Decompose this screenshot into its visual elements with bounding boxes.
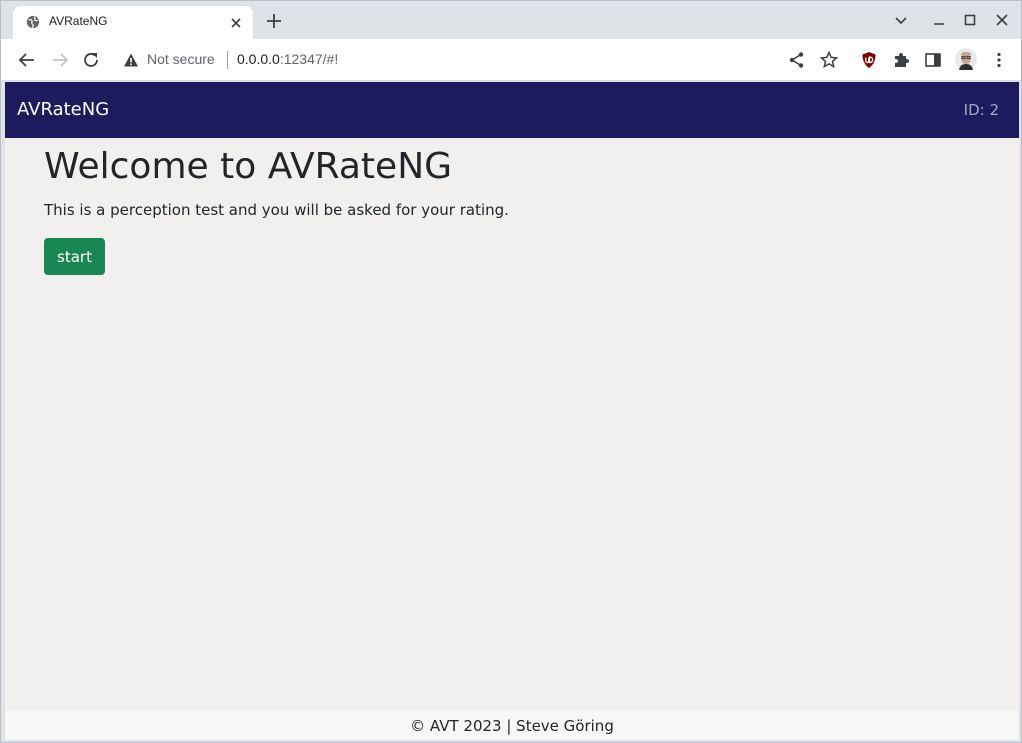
- reload-icon[interactable]: [81, 50, 101, 70]
- minimize-icon[interactable]: [931, 12, 947, 28]
- plus-icon[interactable]: [265, 12, 283, 30]
- puzzle-icon[interactable]: [891, 50, 911, 70]
- url-path: :12347/#!: [279, 51, 339, 67]
- avatar[interactable]: [955, 48, 977, 70]
- side-panel-icon[interactable]: [923, 50, 943, 70]
- maximize-icon[interactable]: [962, 12, 978, 28]
- url-text[interactable]: 0.0.0.0:12347/#!: [237, 51, 338, 67]
- kebab-menu-icon[interactable]: [989, 50, 1009, 70]
- url-host: 0.0.0.0: [237, 51, 280, 67]
- browser-tab[interactable]: AVRateNG: [13, 6, 253, 39]
- app-brand[interactable]: AVRateNG: [17, 99, 109, 120]
- share-icon[interactable]: [787, 50, 807, 70]
- page-viewport: AVRateNG ID: 2 Welcome to AVRateNG This …: [5, 82, 1019, 740]
- star-icon[interactable]: [819, 50, 839, 70]
- chevron-down-icon[interactable]: [893, 12, 909, 28]
- page-footer: © AVT 2023 | Steve Göring: [5, 711, 1019, 740]
- arrow-left-icon[interactable]: [17, 50, 37, 70]
- session-id: ID: 2: [963, 101, 999, 119]
- warning-triangle-icon[interactable]: [123, 52, 139, 68]
- browser-toolbar: Not secure 0.0.0.0:12347/#!: [1, 39, 1021, 81]
- ublock-origin-icon[interactable]: [859, 50, 879, 70]
- intro-text: This is a perception test and you will b…: [44, 201, 509, 219]
- globe-icon: [26, 15, 40, 29]
- tab-strip: AVRateNG: [1, 1, 1021, 39]
- close-icon[interactable]: [228, 15, 244, 31]
- browser-window: AVRateNG Not secure 0.0.0.0:12347/#! AVR…: [0, 0, 1022, 743]
- omnibox-divider: [227, 51, 228, 69]
- security-label[interactable]: Not secure: [147, 51, 215, 67]
- address-bar[interactable]: Not secure 0.0.0.0:12347/#!: [111, 44, 849, 76]
- page-title: Welcome to AVRateNG: [44, 146, 453, 187]
- arrow-right-icon[interactable]: [50, 50, 70, 70]
- tab-title: AVRateNG: [49, 14, 108, 28]
- app-navbar: AVRateNG ID: 2: [5, 82, 1019, 138]
- window-close-icon[interactable]: [994, 12, 1010, 28]
- start-button[interactable]: start: [44, 238, 105, 275]
